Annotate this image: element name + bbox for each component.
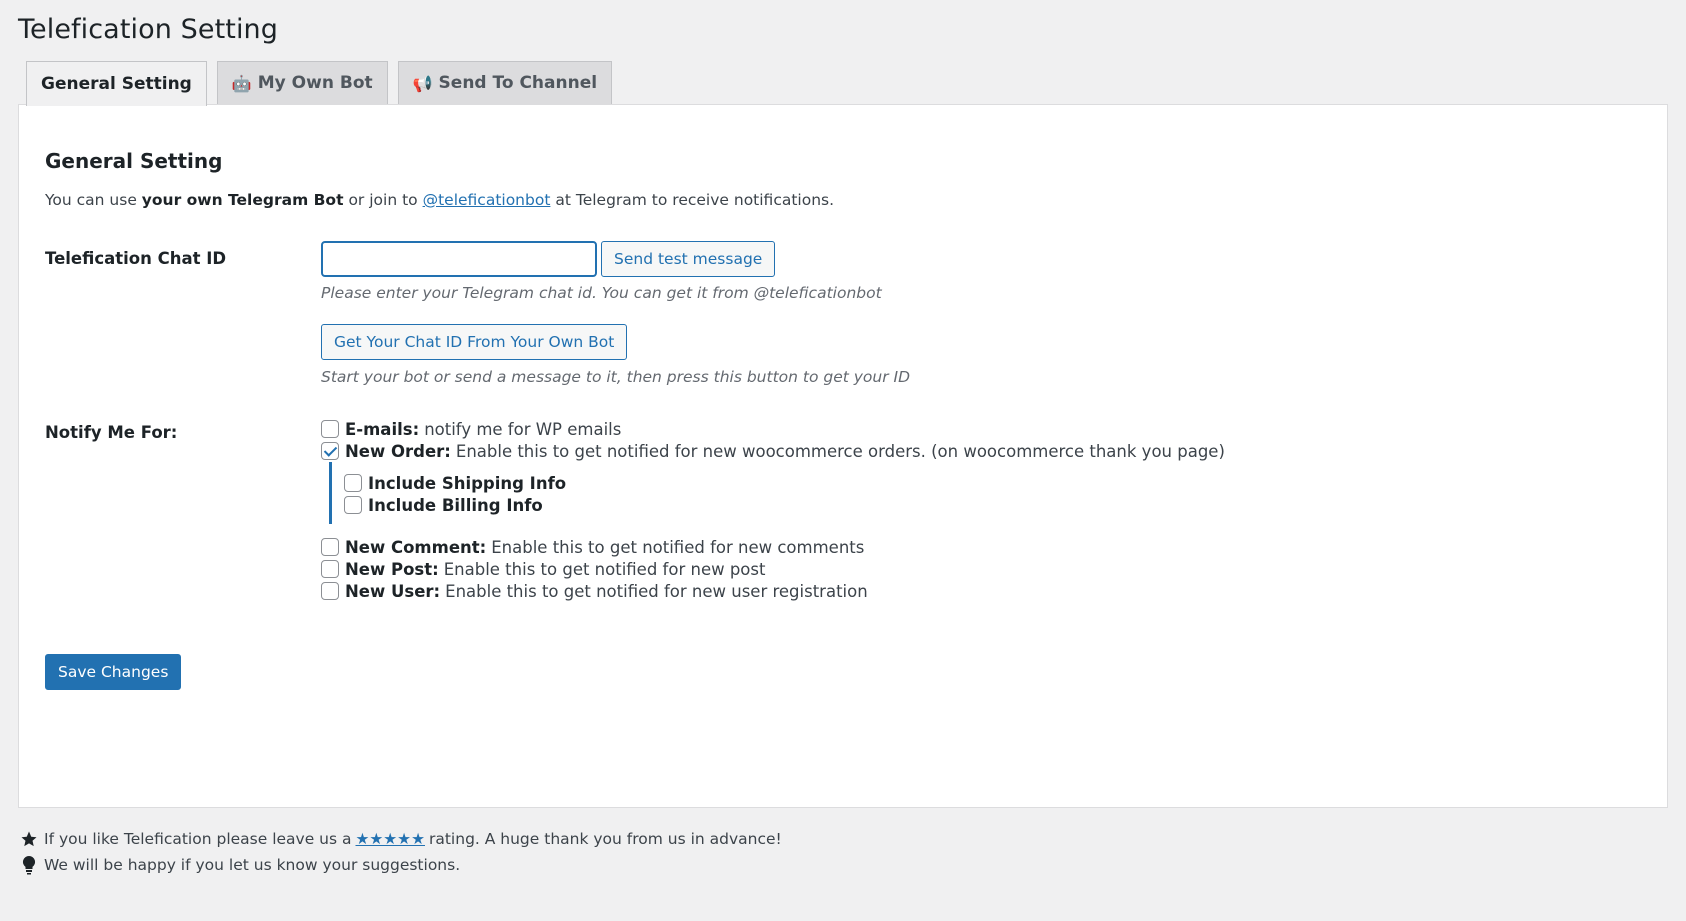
suggest-line: We will be happy if you let us know your… xyxy=(18,852,1686,878)
section-heading: General Setting xyxy=(45,149,223,173)
get-chat-id-description: Start your bot or send a message to it, … xyxy=(321,368,911,386)
notify-label: Notify Me For: xyxy=(45,423,178,442)
tab-bar: General Setting 🤖 My Own Bot 📢 Send To C… xyxy=(18,61,1686,106)
footer: If you like Telefication please leave us… xyxy=(18,826,1686,878)
new-order-checkbox[interactable] xyxy=(321,442,339,460)
lightbulb-icon xyxy=(18,855,40,875)
star-icon xyxy=(18,830,40,848)
option-new-post[interactable]: New Post: Enable this to get notified fo… xyxy=(321,558,1225,580)
option-title: E-mails: xyxy=(345,419,420,439)
chat-id-label: Telefication Chat ID xyxy=(45,249,227,268)
intro-bold: your own Telegram Bot xyxy=(141,191,344,209)
option-emails[interactable]: E-mails: notify me for WP emails xyxy=(321,418,1225,440)
new-post-checkbox[interactable] xyxy=(321,560,339,578)
intro-suffix: at Telegram to receive notifications. xyxy=(555,191,835,209)
option-title: New Post: xyxy=(345,559,439,579)
include-billing-checkbox[interactable] xyxy=(344,496,362,514)
option-text: Enable this to get notified for new wooc… xyxy=(455,441,1225,461)
option-text: Enable this to get notified for new post xyxy=(443,559,766,579)
settings-panel: General Setting You can use your own Tel… xyxy=(18,104,1668,808)
option-new-comment[interactable]: New Comment: Enable this to get notified… xyxy=(321,536,1225,558)
save-changes-button[interactable]: Save Changes xyxy=(45,654,182,690)
option-title: Include Shipping Info xyxy=(368,473,567,493)
chat-id-field-group: Send test message Please enter your Tele… xyxy=(321,241,910,386)
order-sub-options: Include Shipping Info Include Billing In… xyxy=(329,462,1225,524)
option-title: New Comment: xyxy=(345,537,487,557)
new-comment-checkbox[interactable] xyxy=(321,538,339,556)
tab-general-setting[interactable]: General Setting xyxy=(26,61,207,106)
suggest-text: We will be happy if you let us know your… xyxy=(44,856,461,874)
option-text: Enable this to get notified for new comm… xyxy=(491,537,865,557)
chat-id-row: Telefication Chat ID Send test message P… xyxy=(45,241,1641,386)
option-title: Include Billing Info xyxy=(368,495,543,515)
intro-text: You can use your own Telegram Bot or joi… xyxy=(45,191,1641,209)
robot-icon: 🤖 xyxy=(231,73,252,93)
chat-id-input[interactable] xyxy=(321,241,597,277)
intro-prefix: You can use xyxy=(45,191,137,209)
tab-send-to-channel[interactable]: 📢 Send To Channel xyxy=(397,61,613,104)
include-shipping-checkbox[interactable] xyxy=(344,474,362,492)
send-test-message-button[interactable]: Send test message xyxy=(601,241,776,277)
option-title: New User: xyxy=(345,581,441,601)
rating-stars-link[interactable]: ★★★★★ xyxy=(356,830,425,848)
tab-label: General Setting xyxy=(41,74,192,94)
teleficationbot-link[interactable]: @teleficationbot xyxy=(423,191,551,209)
page-title: Telefication Setting xyxy=(18,14,279,45)
notify-options: E-mails: notify me for WP emails New Ord… xyxy=(321,418,1225,602)
option-text: notify me for WP emails xyxy=(424,419,622,439)
chat-id-description: Please enter your Telegram chat id. You … xyxy=(321,284,882,302)
rating-suffix: rating. A huge thank you from us in adva… xyxy=(428,830,782,848)
option-text: Enable this to get notified for new user… xyxy=(445,581,868,601)
new-user-checkbox[interactable] xyxy=(321,582,339,600)
tab-label: Send To Channel xyxy=(438,73,598,93)
option-include-shipping[interactable]: Include Shipping Info xyxy=(344,472,1225,494)
get-chat-id-button[interactable]: Get Your Chat ID From Your Own Bot xyxy=(321,324,628,360)
option-new-order[interactable]: New Order: Enable this to get notified f… xyxy=(321,440,1225,462)
megaphone-icon: 📢 xyxy=(412,73,433,93)
option-title: New Order: xyxy=(345,441,451,461)
rating-prefix: If you like Telefication please leave us… xyxy=(44,830,352,848)
option-include-billing[interactable]: Include Billing Info xyxy=(344,494,1225,516)
emails-checkbox[interactable] xyxy=(321,420,339,438)
option-new-user[interactable]: New User: Enable this to get notified fo… xyxy=(321,580,1225,602)
intro-middle: or join to xyxy=(348,191,418,209)
tab-label: My Own Bot xyxy=(257,73,373,93)
rating-line: If you like Telefication please leave us… xyxy=(18,826,1686,852)
tab-my-own-bot[interactable]: 🤖 My Own Bot xyxy=(216,61,388,104)
notify-row: Notify Me For: E-mails: notify me for WP… xyxy=(45,418,1641,602)
